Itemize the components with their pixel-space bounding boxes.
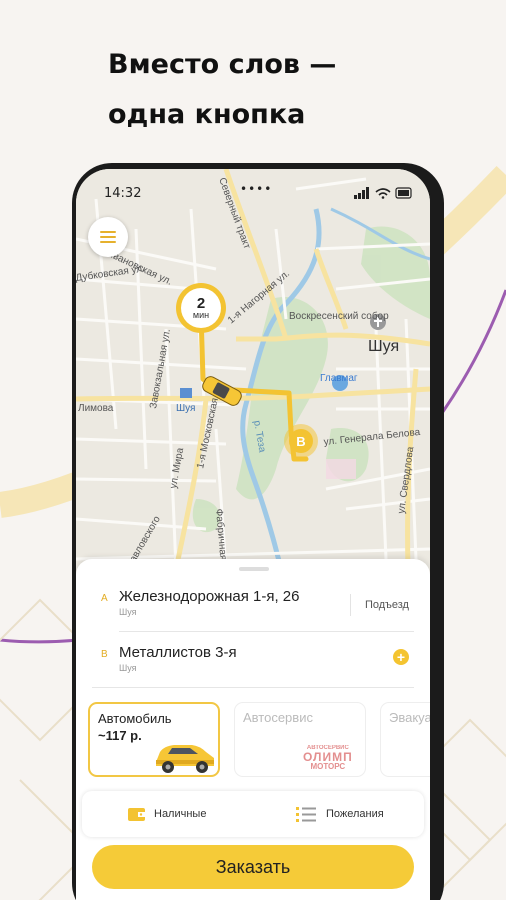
eta-badge: 2 мин <box>176 283 226 333</box>
options-bar: Наличные Пожелания <box>82 791 424 837</box>
add-stop-button[interactable]: + <box>393 649 409 665</box>
divider <box>119 631 414 632</box>
tariff-card-tow[interactable]: Эвакуатор <box>380 702 430 777</box>
porch-button[interactable]: Подъезд <box>350 594 409 616</box>
olimp-logo: АВТОСЕРВИС ОЛИМП МОТОРС <box>303 745 353 771</box>
menu-icon-bar <box>100 231 116 233</box>
headline-line-2: одна кнопка <box>108 99 306 130</box>
tariff-name: Эвакуатор <box>389 710 430 725</box>
divider <box>92 687 414 688</box>
wishes-label: Пожелания <box>326 808 384 820</box>
status-notch: •••• <box>240 182 273 196</box>
tariff-name: Автомобиль <box>98 711 172 726</box>
map-label-city: Шуя <box>368 338 399 355</box>
tariff-price: ~117 р. <box>98 728 142 743</box>
headline: Вместо слов — одна кнопка <box>108 40 336 140</box>
map-label-store: Главмаг <box>320 373 358 384</box>
order-button[interactable]: Заказать <box>92 845 414 889</box>
map-label-station: Шуя <box>176 403 195 414</box>
map-view[interactable]: B Ивановская ул. Дубковская ул. Северный… <box>76 169 430 569</box>
menu-icon-bar <box>100 236 116 238</box>
to-address: Металлистов 3-я <box>119 644 237 661</box>
status-bar: 14:32 •••• <box>76 169 430 201</box>
from-city: Шуя <box>119 607 137 617</box>
menu-icon-bar <box>100 241 116 243</box>
point-b-marker: B <box>296 434 305 449</box>
wallet-icon <box>128 808 145 821</box>
headline-line-1: Вместо слов — <box>108 49 337 80</box>
eta-unit: мин <box>192 310 210 320</box>
tariff-card-autoservice[interactable]: Автосервис АВТОСЕРВИС ОЛИМП МОТОРС <box>234 702 366 777</box>
signal-wifi-battery-icon <box>354 187 412 199</box>
to-city: Шуя <box>119 663 137 673</box>
tariff-name: Автосервис <box>243 710 313 725</box>
point-a-letter: A <box>101 593 108 604</box>
point-b-letter: B <box>101 649 108 660</box>
wishes-option[interactable]: Пожелания <box>296 791 384 837</box>
from-address: Железнодорожная 1-я, 26 <box>119 588 300 605</box>
tariff-card-car[interactable]: Автомобиль ~117 р. <box>88 702 220 777</box>
cash-option[interactable]: Наличные <box>128 791 206 837</box>
map-label-church: Воскресенский собор <box>289 310 389 322</box>
sheet-grip[interactable] <box>239 567 269 571</box>
taxi-car-icon <box>156 745 214 773</box>
phone-screen: B Ивановская ул. Дубковская ул. Северный… <box>76 169 430 900</box>
status-time: 14:32 <box>104 186 142 201</box>
cash-label: Наличные <box>154 808 207 820</box>
order-sheet: A Железнодорожная 1-я, 26 Шуя Подъезд B … <box>76 559 430 900</box>
route-to-row[interactable]: B Металлистов 3-я Шуя <box>92 639 414 687</box>
eta-value: 2 <box>196 295 206 312</box>
menu-button[interactable] <box>88 217 128 257</box>
list-icon <box>296 807 316 822</box>
map-label-limova: Лимова <box>78 403 114 414</box>
